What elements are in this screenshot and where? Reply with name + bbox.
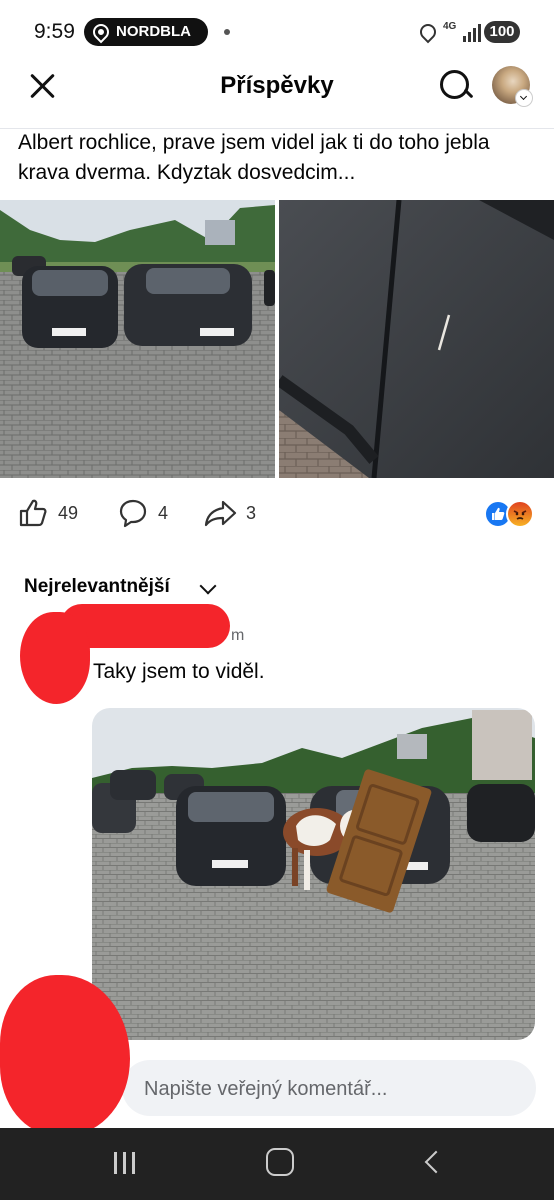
comment-sort-dropdown[interactable]: Nejrelevantnější <box>24 576 170 598</box>
notification-dot <box>224 29 230 35</box>
comment-timestamp: m <box>231 627 245 644</box>
page-header: Příspěvky <box>0 62 554 110</box>
parked-cars-photo[interactable] <box>0 200 275 478</box>
chevron-down-icon[interactable] <box>199 577 217 595</box>
post-actions: 49 4 3 <box>0 495 554 531</box>
thumbs-up-icon <box>19 499 47 527</box>
location-pin-icon <box>89 20 113 44</box>
battery-indicator: 100 <box>484 21 520 43</box>
share-arrow-icon <box>204 500 237 527</box>
comment-bubble-icon <box>119 499 147 528</box>
like-button[interactable]: 49 <box>18 495 88 531</box>
recent-apps-icon[interactable] <box>112 1152 138 1174</box>
share-count: 3 <box>246 503 257 523</box>
comment-text: Taky jsem to viděl. <box>93 660 265 683</box>
network-type: 4G <box>443 21 457 32</box>
signal-icon <box>462 22 482 42</box>
search-icon[interactable] <box>438 68 474 104</box>
status-bar: 9:59 NORDBLA 4G 100 <box>0 0 554 62</box>
chevron-down-icon[interactable] <box>516 90 532 106</box>
comment-input-box[interactable] <box>122 1060 536 1118</box>
reaction-summary[interactable] <box>484 498 534 528</box>
scratched-door-photo[interactable] <box>279 200 554 478</box>
share-button[interactable]: 3 <box>204 495 264 531</box>
like-count: 49 <box>58 503 79 523</box>
angry-reaction-icon <box>506 500 534 528</box>
back-icon[interactable] <box>424 1150 448 1174</box>
comment-count: 4 <box>158 503 169 523</box>
system-nav-bar <box>0 1128 554 1200</box>
location-badge-label: NORDBLA <box>116 23 191 40</box>
redacted-commenter-avatar[interactable] <box>20 612 90 704</box>
home-icon[interactable] <box>266 1148 294 1176</box>
status-time: 9:59 <box>34 20 75 43</box>
comment-button[interactable]: 4 <box>118 495 178 531</box>
section-spacer <box>0 548 554 556</box>
post-text: Albert rochlice, prave jsem videl jak ti… <box>18 131 490 184</box>
location-icon <box>416 20 440 44</box>
location-badge: NORDBLA <box>84 18 208 46</box>
comment-photo[interactable] <box>92 708 535 1040</box>
comment-input[interactable] <box>142 1060 526 1118</box>
